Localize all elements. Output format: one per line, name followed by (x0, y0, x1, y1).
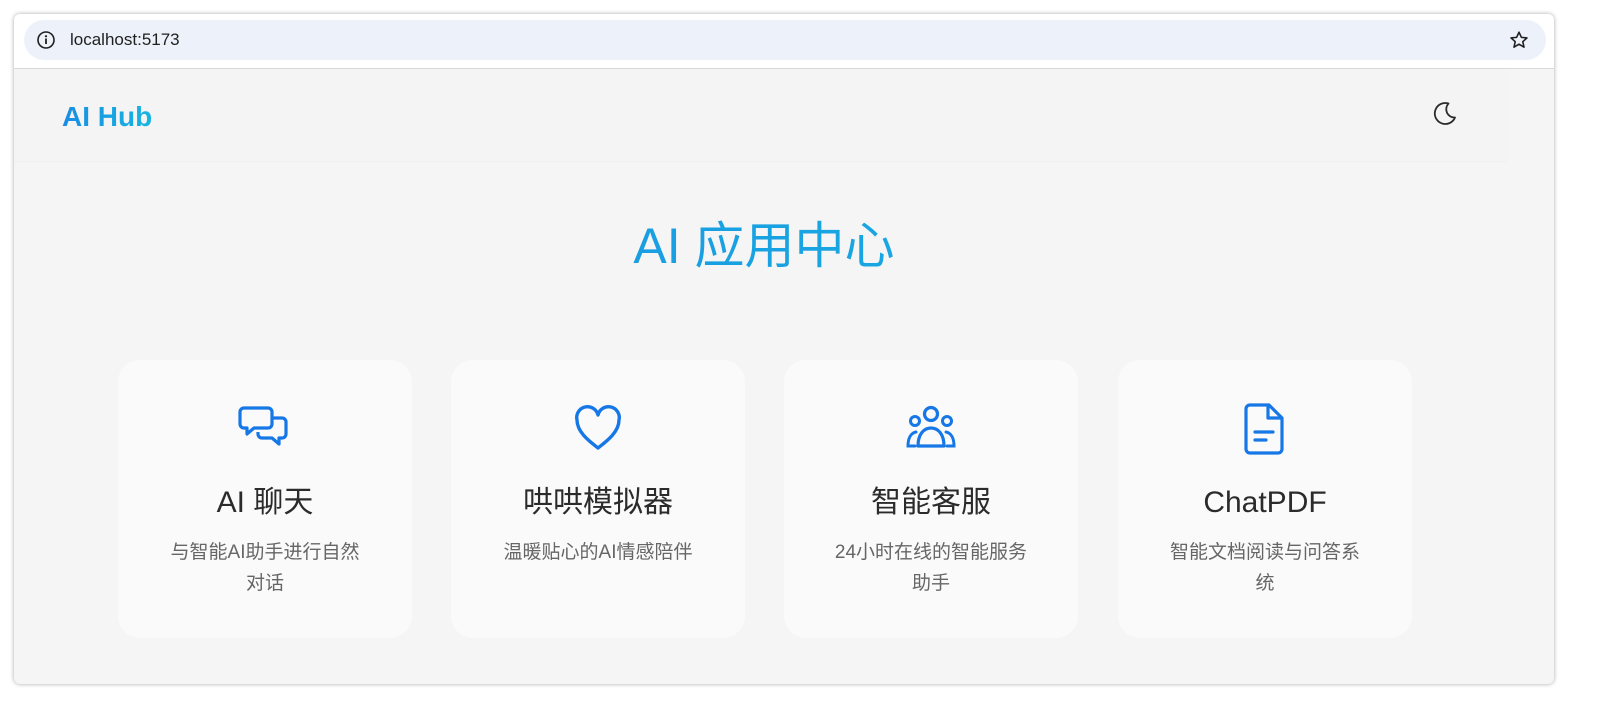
bookmark-star-icon[interactable] (1508, 29, 1530, 51)
document-icon (1244, 403, 1284, 455)
page-title: AI 应用中心 (14, 214, 1514, 278)
card-title: 智能客服 (871, 486, 991, 519)
card-description: 温暖贴心的AI情感陪伴 (503, 542, 693, 563)
card-comfort-simulator[interactable]: 哄哄模拟器 温暖贴心的AI情感陪伴 (451, 360, 745, 638)
chat-bubbles-icon (238, 406, 288, 446)
app-logo[interactable]: AI Hub (62, 100, 152, 134)
card-description: 24小时在线的智能服务助手 (834, 542, 1028, 594)
card-smart-support[interactable]: 智能客服 24小时在线的智能服务助手 (784, 360, 1078, 638)
address-bar[interactable]: localhost:5173 (24, 20, 1546, 60)
card-ai-chat[interactable]: AI 聊天 与智能AI助手进行自然对话 (118, 360, 412, 638)
url-text[interactable]: localhost:5173 (70, 30, 180, 50)
moon-icon[interactable] (1430, 98, 1460, 128)
card-title: AI 聊天 (216, 486, 314, 519)
users-group-icon (906, 405, 956, 448)
card-description: 智能文档阅读与问答系统 (1169, 542, 1360, 594)
app-header: AI Hub (14, 69, 1506, 161)
card-chatpdf[interactable]: ChatPDF 智能文档阅读与问答系统 (1118, 360, 1412, 638)
browser-window: localhost:5173 AI Hub AI 应用中心 AI 聊天 与智能A… (14, 14, 1554, 684)
heart-icon (575, 405, 621, 450)
card-description: 与智能AI助手进行自然对话 (170, 542, 360, 594)
card-title: 哄哄模拟器 (523, 486, 673, 519)
card-title: ChatPDF (1203, 486, 1327, 519)
info-icon[interactable] (36, 30, 56, 50)
browser-toolbar: localhost:5173 (14, 14, 1554, 69)
